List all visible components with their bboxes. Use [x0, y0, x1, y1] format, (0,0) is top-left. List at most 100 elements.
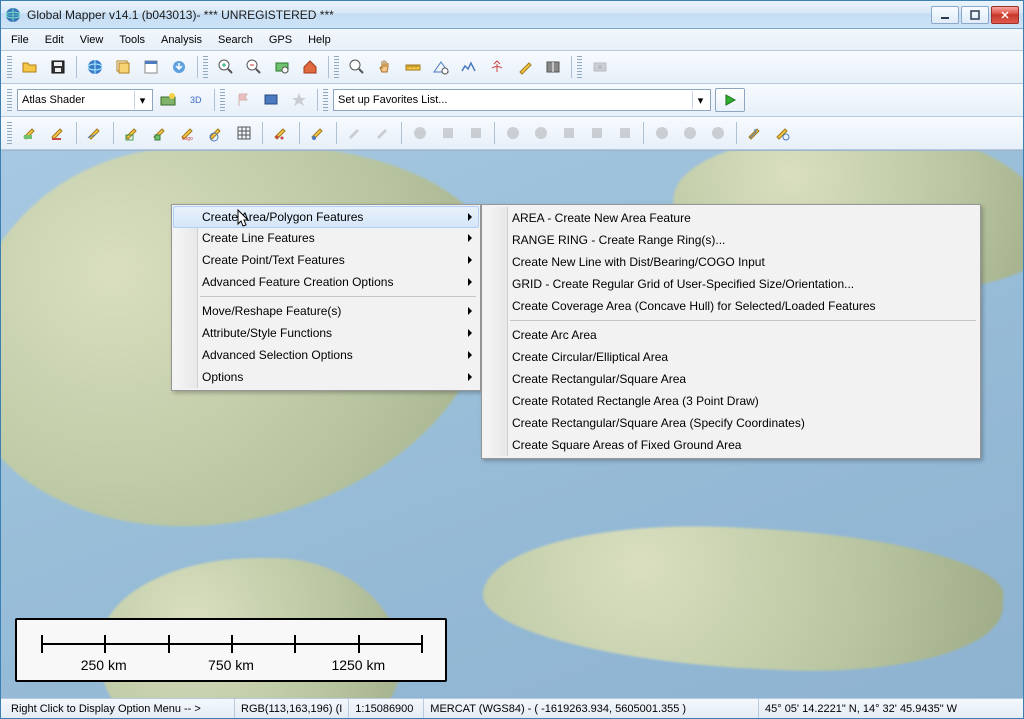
map-viewport[interactable]: Create Area/Polygon Features Create Line…	[1, 150, 1023, 698]
d4-button[interactable]	[500, 120, 526, 146]
menu-item-options[interactable]: Options	[174, 366, 478, 388]
home-button[interactable]	[297, 54, 323, 80]
info-tool-button[interactable]	[428, 54, 454, 80]
menu-item-move-reshape[interactable]: Move/Reshape Feature(s)	[174, 300, 478, 322]
edit-snap-button[interactable]	[770, 120, 796, 146]
viewshed-tool-button[interactable]	[484, 54, 510, 80]
edit-area-button[interactable]	[17, 120, 43, 146]
d6-button[interactable]	[556, 120, 582, 146]
submenu-arrow-icon	[468, 373, 472, 381]
edit-move-button[interactable]	[342, 120, 368, 146]
menu-item-create-area[interactable]: Create Area/Polygon Features	[173, 206, 479, 228]
d5-button[interactable]	[528, 120, 554, 146]
d7-button[interactable]	[584, 120, 610, 146]
submenu-item-range-ring[interactable]: RANGE RING - Create Range Ring(s)...	[484, 229, 978, 251]
edit-circle-button[interactable]	[203, 120, 229, 146]
menu-view[interactable]: View	[72, 29, 112, 50]
edit-arrow-button[interactable]	[742, 120, 768, 146]
grip-icon	[334, 56, 339, 78]
zoom-full-button[interactable]	[269, 54, 295, 80]
swipe-tool-button[interactable]	[540, 54, 566, 80]
scale-label: 250 km	[41, 657, 166, 673]
edit-square-button[interactable]	[147, 120, 173, 146]
3d-view-button[interactable]: 3D	[183, 87, 209, 113]
app-icon	[5, 7, 21, 23]
menu-search[interactable]: Search	[210, 29, 261, 50]
d11-button[interactable]	[705, 120, 731, 146]
separator	[736, 122, 737, 144]
edit-line-button[interactable]	[45, 120, 71, 146]
capture-button[interactable]	[587, 54, 613, 80]
minimize-button[interactable]	[931, 6, 959, 24]
d10-button[interactable]	[677, 120, 703, 146]
submenu-item-coverage[interactable]: Create Coverage Area (Concave Hull) for …	[484, 295, 978, 317]
menu-item-create-point[interactable]: Create Point/Text Features	[174, 249, 478, 271]
edit-rotate-button[interactable]	[370, 120, 396, 146]
screen-button[interactable]	[258, 87, 284, 113]
menu-help[interactable]: Help	[300, 29, 339, 50]
submenu-item-square-ground[interactable]: Create Square Areas of Fixed Ground Area	[484, 434, 978, 456]
menu-item-advanced-creation[interactable]: Advanced Feature Creation Options	[174, 271, 478, 293]
digitizer-tool-button[interactable]	[512, 54, 538, 80]
scale-axis	[41, 633, 421, 655]
run-favorite-button[interactable]	[715, 88, 745, 112]
menu-edit[interactable]: Edit	[37, 29, 72, 50]
submenu-item-rect-coords[interactable]: Create Rectangular/Square Area (Specify …	[484, 412, 978, 434]
d2-button[interactable]	[435, 120, 461, 146]
star-button[interactable]	[286, 87, 312, 113]
menu-item-label: AREA - Create New Area Feature	[512, 211, 691, 225]
menu-analysis[interactable]: Analysis	[153, 29, 210, 50]
shader-combo[interactable]: Atlas Shader ▾	[17, 89, 153, 111]
submenu-item-arc[interactable]: Create Arc Area	[484, 324, 978, 346]
scale-label: 1250 km	[296, 657, 421, 673]
edit-trace-button[interactable]	[82, 120, 108, 146]
menu-item-attribute-style[interactable]: Attribute/Style Functions	[174, 322, 478, 344]
open-button[interactable]	[17, 54, 43, 80]
menu-item-label: Attribute/Style Functions	[202, 326, 332, 340]
download-button[interactable]	[166, 54, 192, 80]
menu-file[interactable]: File	[3, 29, 37, 50]
globe-button[interactable]	[82, 54, 108, 80]
submenu-item-rotated-rect[interactable]: Create Rotated Rectangle Area (3 Point D…	[484, 390, 978, 412]
zoom-out-button[interactable]	[241, 54, 267, 80]
menu-gps[interactable]: GPS	[261, 29, 300, 50]
edit-points-button[interactable]	[268, 120, 294, 146]
menubar: File Edit View Tools Analysis Search GPS…	[1, 29, 1023, 51]
edit-rect-button[interactable]	[119, 120, 145, 146]
maximize-button[interactable]	[961, 6, 989, 24]
menu-tools[interactable]: Tools	[111, 29, 153, 50]
favorites-combo-value: Set up Favorites List...	[338, 94, 447, 106]
favorites-combo[interactable]: Set up Favorites List... ▾	[333, 89, 711, 111]
config-button[interactable]	[138, 54, 164, 80]
menu-item-label: Create Rectangular/Square Area	[512, 372, 686, 386]
submenu-item-circular[interactable]: Create Circular/Elliptical Area	[484, 346, 978, 368]
edit-grid-button[interactable]	[231, 120, 257, 146]
separator	[113, 122, 114, 144]
menu-item-advanced-selection[interactable]: Advanced Selection Options	[174, 344, 478, 366]
measure-tool-button[interactable]	[400, 54, 426, 80]
menu-item-create-line[interactable]: Create Line Features	[174, 227, 478, 249]
edit-vertex-button[interactable]	[305, 120, 331, 146]
render-button[interactable]	[155, 87, 181, 113]
submenu-item-area[interactable]: AREA - Create New Area Feature	[484, 207, 978, 229]
edit-cogo-button[interactable]: cogo	[175, 120, 201, 146]
profile-tool-button[interactable]	[456, 54, 482, 80]
d1-button[interactable]	[407, 120, 433, 146]
submenu-item-rectangular[interactable]: Create Rectangular/Square Area	[484, 368, 978, 390]
zoom-in-button[interactable]	[213, 54, 239, 80]
close-button[interactable]	[991, 6, 1019, 24]
submenu-item-grid[interactable]: GRID - Create Regular Grid of User-Speci…	[484, 273, 978, 295]
flag-button[interactable]	[230, 87, 256, 113]
context-menu: Create Area/Polygon Features Create Line…	[171, 204, 481, 391]
grip-icon	[7, 122, 12, 144]
save-button[interactable]	[45, 54, 71, 80]
zoom-tool-button[interactable]	[344, 54, 370, 80]
d9-button[interactable]	[649, 120, 675, 146]
menu-item-label: Create Rectangular/Square Area (Specify …	[512, 416, 805, 430]
d3-button[interactable]	[463, 120, 489, 146]
submenu-item-cogo[interactable]: Create New Line with Dist/Bearing/COGO I…	[484, 251, 978, 273]
d8-button[interactable]	[612, 120, 638, 146]
layers-button[interactable]	[110, 54, 136, 80]
menu-item-label: Options	[202, 370, 243, 384]
pan-tool-button[interactable]	[372, 54, 398, 80]
